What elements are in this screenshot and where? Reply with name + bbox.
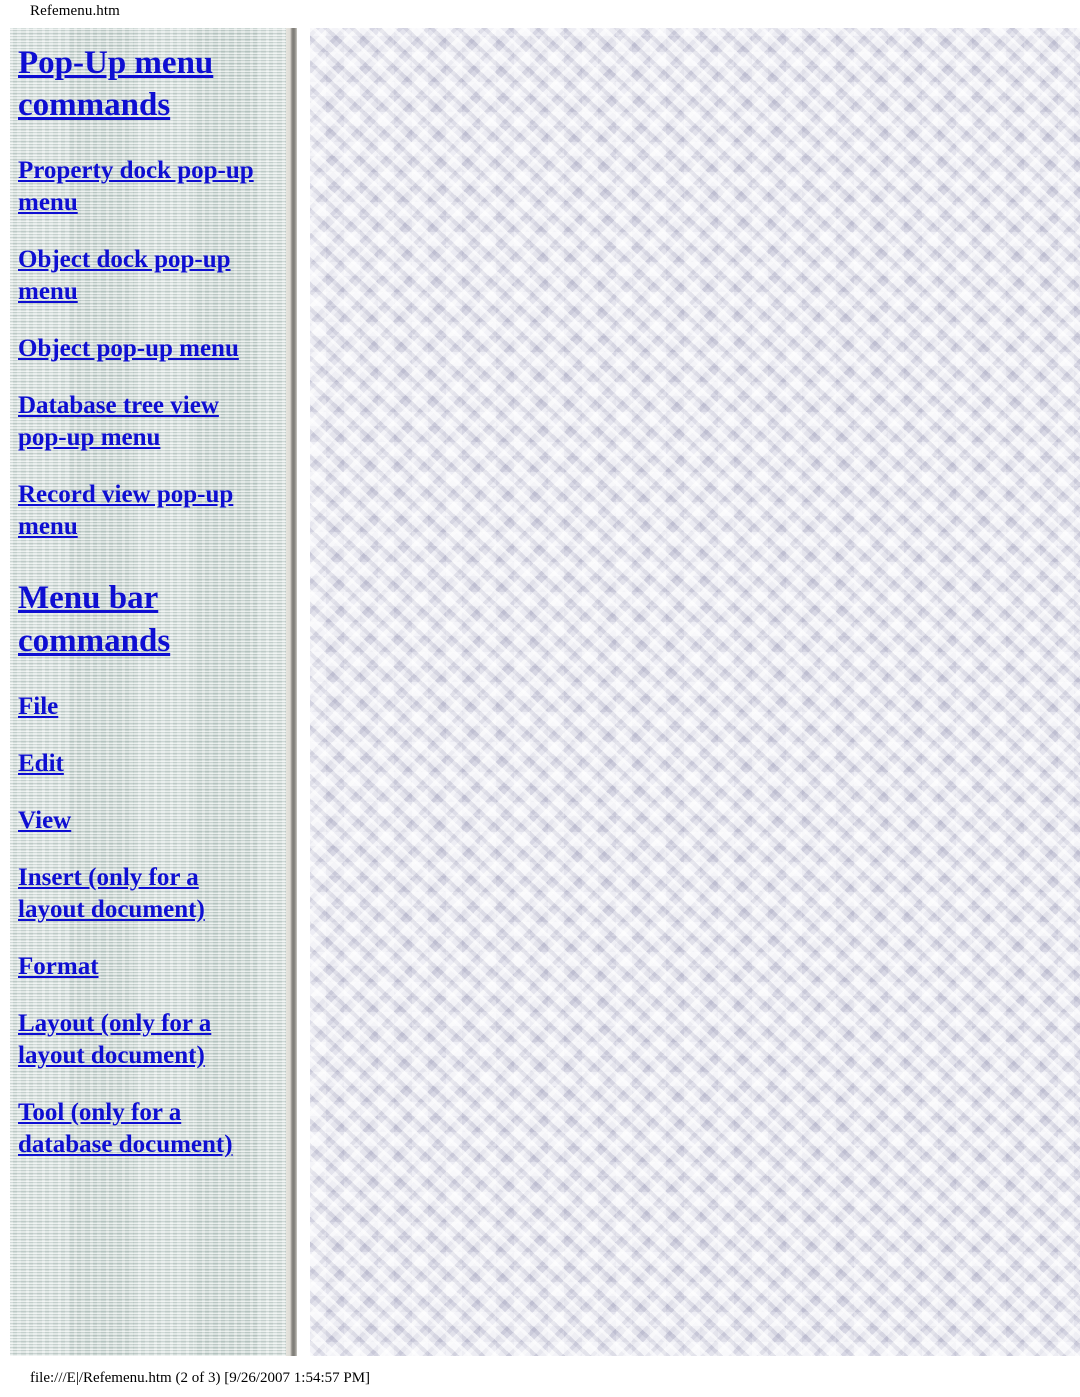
- list-item: View: [18, 805, 268, 837]
- frame-divider-scrollbar[interactable]: [286, 28, 297, 1356]
- list-item: Object dock pop-up menu: [18, 244, 268, 308]
- list-item: Property dock pop-up menu: [18, 155, 268, 219]
- navigation-frame[interactable]: Pop-Up menu commands Property dock pop-u…: [10, 28, 286, 1356]
- list-item: Format: [18, 951, 268, 983]
- list-item: Tool (only for a database document): [18, 1097, 268, 1161]
- list-item: Edit: [18, 748, 268, 780]
- nav-link-menu-bar-commands[interactable]: Menu bar commands: [18, 580, 170, 658]
- nav-link-list: Pop-Up menu commands Property dock pop-u…: [18, 42, 268, 1161]
- list-item: Record view pop-up menu: [18, 479, 268, 543]
- frameset: Pop-Up menu commands Property dock pop-u…: [0, 28, 1080, 1356]
- list-item: Layout (only for a layout document): [18, 1008, 268, 1072]
- nav-link-file[interactable]: File: [18, 693, 58, 720]
- nav-section-heading: Menu bar commands: [18, 577, 268, 661]
- nav-link-database-tree-view-popup-menu[interactable]: Database tree view pop-up menu: [18, 392, 219, 451]
- nav-link-tool[interactable]: Tool (only for a database document): [18, 1099, 233, 1158]
- nav-link-view[interactable]: View: [18, 807, 71, 834]
- list-item: File: [18, 691, 268, 723]
- list-item: Object pop-up menu: [18, 333, 268, 365]
- print-footer-url: file:///E|/Refemenu.htm (2 of 3) [9/26/2…: [30, 1370, 371, 1386]
- nav-link-edit[interactable]: Edit: [18, 750, 64, 777]
- nav-link-object-dock-popup-menu[interactable]: Object dock pop-up menu: [18, 246, 231, 305]
- list-item: Database tree view pop-up menu: [18, 390, 268, 454]
- nav-section-heading: Pop-Up menu commands: [18, 42, 268, 126]
- nav-link-format[interactable]: Format: [18, 953, 99, 980]
- nav-link-popup-menu-commands[interactable]: Pop-Up menu commands: [18, 45, 213, 123]
- content-frame[interactable]: [310, 28, 1080, 1356]
- nav-link-property-dock-popup-menu[interactable]: Property dock pop-up menu: [18, 157, 254, 216]
- nav-link-layout[interactable]: Layout (only for a layout document): [18, 1010, 211, 1069]
- nav-link-insert[interactable]: Insert (only for a layout document): [18, 864, 205, 923]
- list-item: Insert (only for a layout document): [18, 862, 268, 926]
- nav-link-record-view-popup-menu[interactable]: Record view pop-up menu: [18, 481, 233, 540]
- nav-link-object-popup-menu[interactable]: Object pop-up menu: [18, 335, 239, 362]
- print-header-filename: Refemenu.htm: [30, 3, 120, 19]
